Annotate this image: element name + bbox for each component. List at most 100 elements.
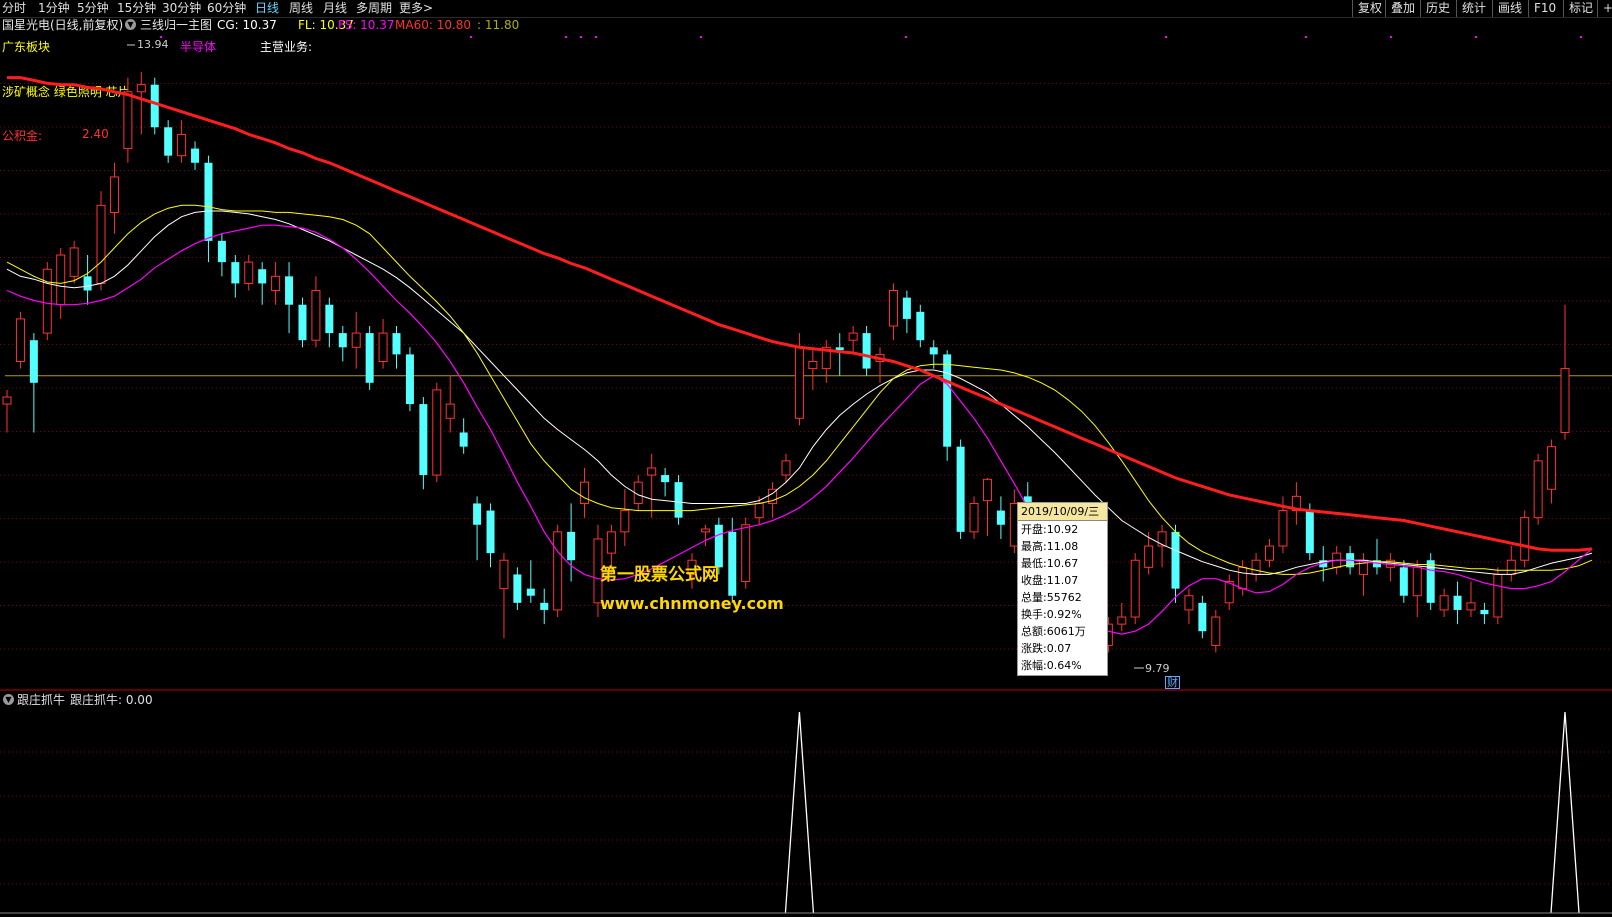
signal-dot xyxy=(595,36,597,38)
watermark-url: www.chnmoney.com xyxy=(600,594,784,613)
candle-body xyxy=(943,354,952,447)
candle-body xyxy=(1399,567,1408,596)
candle-body xyxy=(123,91,133,150)
candle-body xyxy=(42,268,52,334)
candle-body xyxy=(741,524,751,583)
candle-body xyxy=(728,531,737,596)
candle-body xyxy=(1305,510,1314,554)
signal-dot xyxy=(1580,36,1582,38)
candle-body xyxy=(526,588,535,596)
candle-body xyxy=(136,84,146,93)
signal-dot xyxy=(1305,36,1307,38)
indicator-name[interactable]: 跟庄抓牛 xyxy=(17,692,65,708)
kline-chart[interactable] xyxy=(0,0,1612,917)
tooltip-close: 收盘:11.07 xyxy=(1021,574,1079,587)
candle-body xyxy=(620,510,630,533)
candle-body xyxy=(325,304,334,334)
candle-body xyxy=(956,446,965,532)
indicator-spike xyxy=(784,711,815,914)
candle-body xyxy=(1466,602,1476,611)
tooltip-change-pct: 涨幅:0.64% xyxy=(1021,659,1082,672)
candle-body xyxy=(392,333,401,355)
candle-body xyxy=(700,528,710,533)
tooltip-amount: 总额:6061万 xyxy=(1021,625,1086,638)
candle-body xyxy=(351,332,361,348)
candle-body xyxy=(1184,595,1194,611)
tooltip-date: 2019/10/09/三 xyxy=(1018,503,1107,521)
candle-body xyxy=(499,559,509,590)
candle-body xyxy=(231,262,240,284)
candle-body xyxy=(982,478,992,502)
candle-body xyxy=(96,204,106,284)
candle-body xyxy=(473,503,482,525)
candle-body xyxy=(432,389,442,476)
candle-body xyxy=(674,482,683,518)
signal-dot xyxy=(905,36,907,38)
candle-body xyxy=(258,269,267,284)
candle-body xyxy=(338,333,347,348)
candle-body xyxy=(888,290,898,327)
candle-body xyxy=(540,602,549,610)
candle-body xyxy=(1265,545,1275,561)
candle-body xyxy=(848,332,858,341)
candle-body xyxy=(83,276,92,291)
candle-body xyxy=(1493,573,1503,618)
watermark-title: 第一股票公式网 xyxy=(600,565,719,585)
candle-body xyxy=(177,133,187,157)
tooltip-open: 开盘:10.92 xyxy=(1021,523,1079,536)
signal-dot xyxy=(700,36,702,38)
tooltip-turnover: 换手:0.92% xyxy=(1021,608,1082,621)
signal-dot xyxy=(580,36,582,38)
signal-dot xyxy=(1475,36,1477,38)
tooltip-high: 最高:11.08 xyxy=(1021,540,1079,553)
candle-body xyxy=(862,333,871,369)
candle-body xyxy=(69,247,79,277)
candle-body xyxy=(459,432,468,447)
candle-body xyxy=(419,404,428,476)
candle-body xyxy=(217,240,226,263)
candle-body xyxy=(916,311,925,341)
candle-body xyxy=(647,467,657,476)
candle-body xyxy=(513,574,522,603)
candle-body xyxy=(553,531,563,611)
candle-body xyxy=(109,176,119,213)
candle-body xyxy=(244,261,254,284)
candle-body xyxy=(1453,595,1462,610)
candle-body xyxy=(2,396,12,405)
candle-body xyxy=(794,346,804,419)
indicator-value: 跟庄抓牛: 0.00 xyxy=(70,693,153,707)
candle-body xyxy=(150,84,159,128)
candle-body xyxy=(661,475,670,483)
candle-body xyxy=(1117,616,1127,625)
indicator-spike xyxy=(1550,711,1580,914)
candle-body xyxy=(1157,531,1167,547)
candle-body xyxy=(405,354,414,405)
candle-body xyxy=(15,318,25,363)
candle-body xyxy=(580,481,590,504)
candle-body xyxy=(1238,566,1248,590)
candle-body xyxy=(298,304,307,341)
candle-body xyxy=(808,361,818,370)
candle-body xyxy=(1130,559,1140,618)
candle-body xyxy=(1211,616,1221,646)
tooltip-change: 涨跌:0.07 xyxy=(1021,642,1072,655)
tooltip-low: 最低:10.67 xyxy=(1021,557,1079,570)
candle-body xyxy=(1533,460,1543,519)
indicator-dropdown-icon[interactable]: ▼ xyxy=(3,694,14,705)
candle-body xyxy=(1506,559,1516,575)
candle-body xyxy=(1439,595,1449,611)
candle-body xyxy=(606,531,616,554)
candle-body xyxy=(29,340,38,383)
candle-body xyxy=(1480,609,1489,615)
candle-body xyxy=(378,332,388,363)
candle-body xyxy=(969,502,979,533)
signal-dot xyxy=(1165,36,1167,38)
candle-body xyxy=(835,347,844,351)
candle-body xyxy=(311,290,321,341)
signal-dot xyxy=(565,36,567,38)
candle-tooltip: 2019/10/09/三 开盘:10.92 最高:11.08 最低:10.67 … xyxy=(1017,502,1108,676)
candle-body xyxy=(1198,602,1207,632)
candle-body xyxy=(1412,566,1422,597)
candle-body xyxy=(365,333,374,383)
signal-dot xyxy=(160,36,162,38)
